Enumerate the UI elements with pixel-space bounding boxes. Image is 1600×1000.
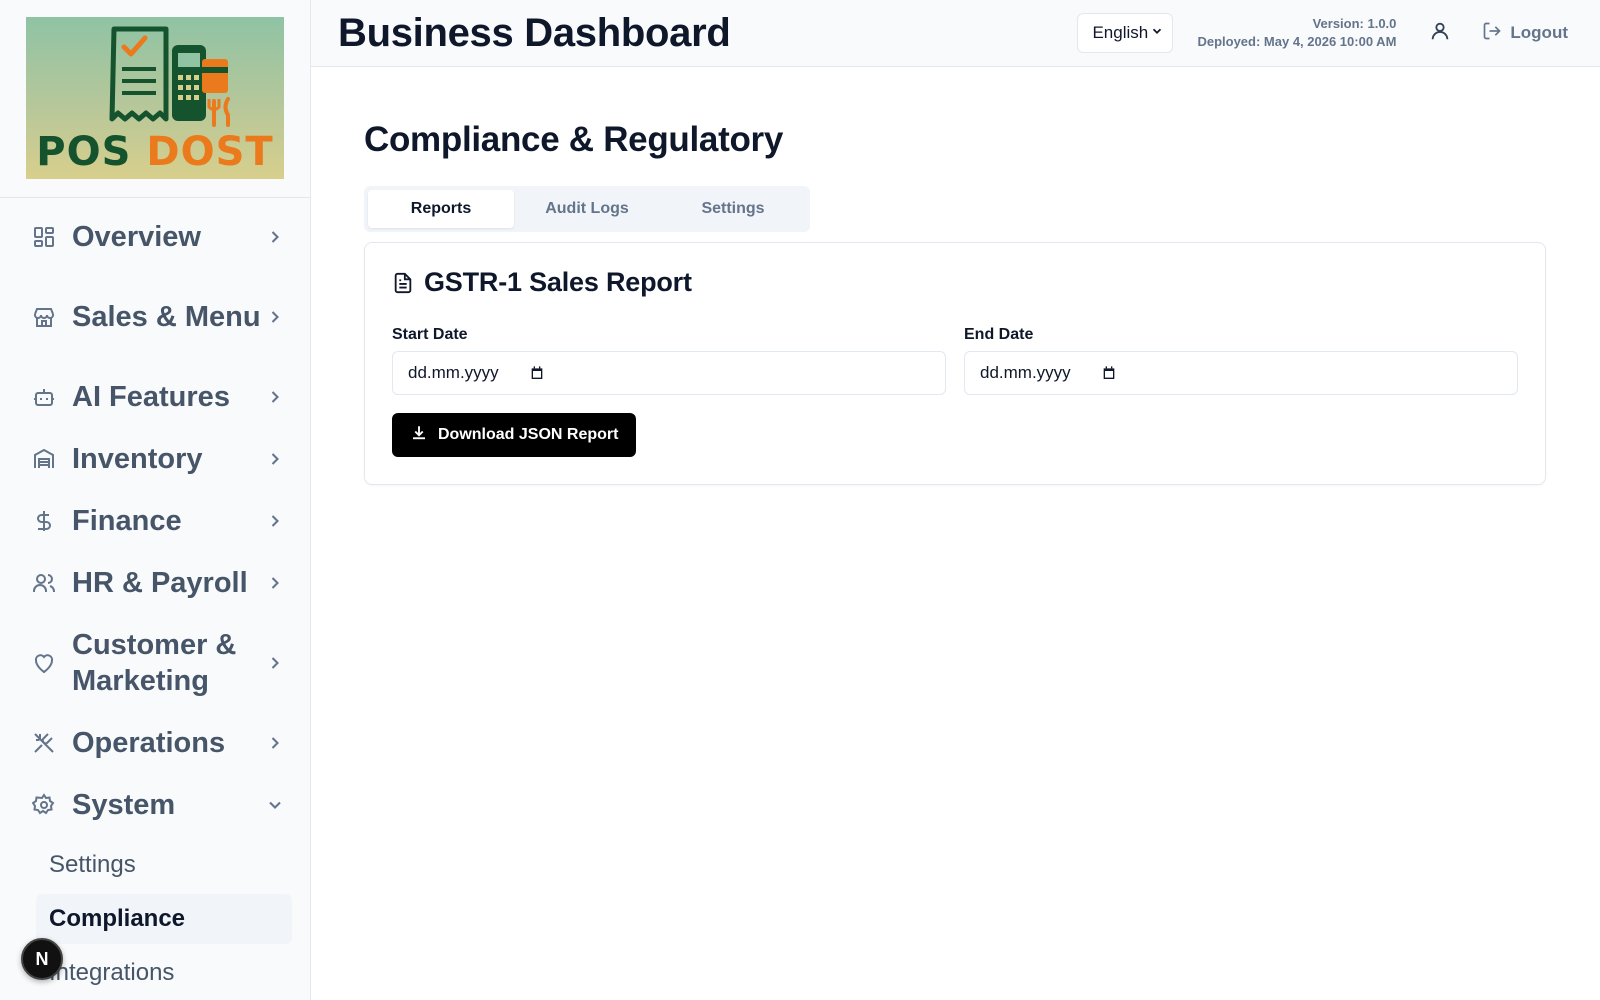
start-date-input[interactable]: dd.mm.yyyy — [392, 351, 946, 395]
store-icon — [30, 303, 58, 331]
page-title: Compliance & Regulatory — [364, 120, 784, 159]
card-title: GSTR-1 Sales Report — [392, 267, 1518, 298]
sidebar-nav: Overview Sales & Menu AI Features Invent… — [0, 198, 310, 998]
download-button-label: Download JSON Report — [438, 426, 619, 443]
sidebar-item-label: AI Features — [72, 381, 230, 413]
warehouse-icon — [30, 445, 58, 473]
sidebar-item-ai-features[interactable]: AI Features — [0, 366, 310, 428]
sidebar-item-label: Customer & Marketing — [72, 629, 237, 697]
bot-icon — [30, 383, 58, 411]
tab-settings[interactable]: Settings — [660, 190, 806, 228]
sidebar-subitem-compliance[interactable]: Compliance — [36, 894, 292, 944]
version-text: Version: 1.0.0 — [1312, 16, 1397, 31]
users-icon — [30, 569, 58, 597]
date-fields: Start Date dd.mm.yyyy End Date dd.mm.yyy… — [392, 326, 1518, 395]
logo-wordmark: POS DOST — [26, 128, 284, 176]
sidebar-item-operations[interactable]: Operations — [0, 712, 310, 774]
start-date-value: dd.mm.yyyy — [408, 363, 499, 382]
sidebar-subitem-integrations[interactable]: Integrations — [36, 948, 292, 998]
logo-word-dost: DOST — [146, 129, 274, 175]
chevron-right-icon — [264, 448, 286, 470]
sidebar-item-system[interactable]: System — [0, 774, 310, 836]
download-icon — [410, 424, 428, 447]
logo-area: POS DOST — [0, 0, 310, 198]
sidebar-item-label: Sales & Menu — [72, 301, 261, 333]
logout-button[interactable]: Logout — [1476, 13, 1574, 54]
page-header-title: Business Dashboard — [338, 10, 731, 55]
layout-dashboard-icon — [30, 223, 58, 251]
end-date-field: End Date dd.mm.yyyy — [964, 326, 1518, 395]
file-text-icon — [392, 272, 414, 294]
user-profile-button[interactable] — [1420, 13, 1460, 53]
sidebar-item-overview[interactable]: Overview — [0, 206, 310, 268]
chevron-down-icon — [264, 794, 286, 816]
gstr1-report-card: GSTR-1 Sales Report Start Date dd.mm.yyy… — [364, 242, 1546, 485]
chevron-right-icon — [264, 226, 286, 248]
language-select-value: English — [1092, 23, 1149, 42]
deployed-text: Deployed: May 4, 2026 10:00 AM — [1197, 34, 1397, 49]
main-area: Business Dashboard English Version: 1.0.… — [311, 0, 1600, 1000]
tab-audit-logs[interactable]: Audit Logs — [514, 190, 660, 228]
calendar-icon[interactable] — [1101, 365, 1117, 381]
calendar-icon[interactable] — [529, 365, 545, 381]
sidebar-item-customer-marketing[interactable]: Customer & Marketing — [0, 614, 310, 712]
settings-icon — [30, 791, 58, 819]
version-info: Version: 1.0.0 Deployed: May 4, 2026 10:… — [1197, 15, 1396, 51]
heart-icon — [30, 649, 58, 677]
end-date-label: End Date — [964, 326, 1034, 343]
chevron-right-icon — [264, 572, 286, 594]
pos-dost-logo[interactable]: POS DOST — [26, 17, 284, 179]
utensils-crossed-icon — [30, 729, 58, 757]
sidebar-item-finance[interactable]: Finance — [0, 490, 310, 552]
sidebar-item-label: Overview — [72, 221, 201, 253]
chevron-right-icon — [264, 306, 286, 328]
sidebar-item-hr-payroll[interactable]: HR & Payroll — [0, 552, 310, 614]
end-date-input[interactable]: dd.mm.yyyy — [964, 351, 1518, 395]
chevron-right-icon — [264, 732, 286, 754]
sidebar-item-label: System — [72, 789, 176, 821]
tab-reports[interactable]: Reports — [368, 190, 514, 228]
sidebar-subitem-settings[interactable]: Settings — [36, 840, 292, 890]
chevron-right-icon — [264, 652, 286, 674]
start-date-label: Start Date — [392, 326, 468, 343]
start-date-field: Start Date dd.mm.yyyy — [392, 326, 946, 395]
card-title-text: GSTR-1 Sales Report — [424, 267, 692, 297]
sidebar-item-label: HR & Payroll — [72, 567, 248, 599]
logout-label: Logout — [1510, 23, 1568, 42]
language-select[interactable]: English — [1077, 13, 1174, 53]
sidebar-item-label: Finance — [72, 505, 182, 537]
chevron-right-icon — [264, 510, 286, 532]
top-header: Business Dashboard English Version: 1.0.… — [311, 0, 1600, 67]
logo-word-pos: POS — [36, 129, 132, 175]
chevron-down-icon — [1150, 23, 1164, 43]
dollar-sign-icon — [30, 507, 58, 535]
tab-list: Reports Audit Logs Settings — [364, 186, 810, 232]
nextjs-dev-badge[interactable]: N — [21, 938, 63, 980]
page-content: Compliance & Regulatory Reports Audit Lo… — [311, 67, 1600, 485]
sidebar-item-label: Operations — [72, 727, 226, 759]
receipt-pos-icon — [109, 26, 230, 127]
end-date-value: dd.mm.yyyy — [980, 363, 1071, 382]
sidebar-item-sales-menu[interactable]: Sales & Menu — [0, 268, 310, 366]
sidebar-item-inventory[interactable]: Inventory — [0, 428, 310, 490]
download-json-report-button[interactable]: Download JSON Report — [392, 413, 637, 457]
sidebar: POS DOST Overview Sales & Menu AI Featur… — [0, 0, 311, 1000]
log-out-icon — [1482, 21, 1502, 46]
user-icon — [1429, 20, 1451, 47]
sidebar-item-label: Inventory — [72, 443, 203, 475]
chevron-right-icon — [264, 386, 286, 408]
